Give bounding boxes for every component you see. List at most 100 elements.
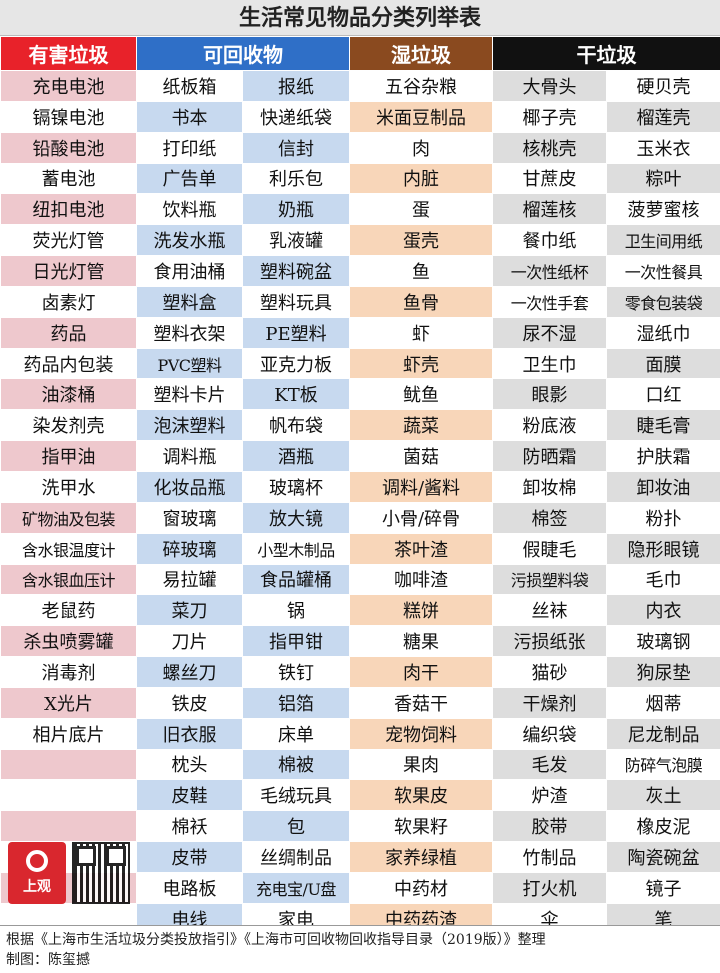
recyclable-cell: 玻璃杯 (242, 470, 350, 503)
recyclable-cell: 菜刀 (136, 594, 243, 627)
footer-credit: 制图：陈玺撼 (6, 952, 90, 968)
dry-cell: 竹制品 (492, 841, 607, 873)
wet-cell: 虾壳 (349, 347, 493, 380)
wet-cell: 五谷杂粮 (349, 70, 493, 102)
wet-cell: 香菇干 (349, 686, 493, 719)
recyclable-cell: 食用油桶 (136, 255, 243, 287)
dry-cell: 护肤霜 (606, 440, 720, 472)
table-row: 荧光灯管 洗发水瓶 乳液罐 蛋壳 餐巾纸 卫生间用纸 (0, 224, 720, 257)
recyclable-cell: 碎玻璃 (136, 532, 243, 565)
recyclable-cell: 铁钉 (242, 656, 350, 688)
dry-cell: 椰子壳 (492, 100, 607, 133)
dry-cell: 榴莲壳 (606, 100, 720, 133)
dry-cell: 污损纸张 (492, 625, 607, 658)
wet-cell: 蛋壳 (349, 224, 493, 257)
table-row: 染发剂壳 泡沫塑料 帆布袋 蔬菜 粉底液 睫毛膏 (0, 409, 720, 442)
qr-code-icon (72, 842, 130, 904)
dry-cell: 餐巾纸 (492, 224, 607, 257)
hazardous-cell: 指甲油 (0, 440, 137, 472)
recyclable-cell: 泡沫塑料 (136, 409, 243, 442)
hazardous-cell: 铅酸电池 (0, 131, 137, 164)
dry-cell: 狗尿垫 (606, 656, 720, 688)
dry-cell: 大骨头 (492, 70, 607, 102)
table-body: 充电电池 纸板箱 报纸 五谷杂粮 大骨头 硬贝壳 镉镍电池 书本 快递纸袋 米面豆制品 椰子壳 榴莲壳… (0, 70, 720, 935)
recyclable-cell: 皮鞋 (136, 779, 243, 812)
wet-cell: 中药材 (349, 871, 493, 904)
dry-cell: 棉签 (492, 501, 607, 534)
dry-cell: 榴莲核 (492, 193, 607, 226)
recyclable-cell: 利乐包 (242, 162, 350, 195)
header-dry: 干垃圾 (492, 36, 720, 71)
table-row: 油漆桶 塑料卡片 KT板 鱿鱼 眼影 口红 (0, 378, 720, 411)
recyclable-cell: 窗玻璃 (136, 501, 243, 534)
hazardous-cell: 卤素灯 (0, 285, 137, 318)
recyclable-cell: 易拉罐 (136, 563, 243, 596)
dry-cell: 灰土 (606, 779, 720, 812)
recyclable-cell: 报纸 (242, 70, 350, 102)
hazardous-cell: 药品内包装 (0, 347, 137, 380)
recyclable-cell: 放大镜 (242, 501, 350, 534)
table-row: 矿物油及包装 窗玻璃 放大镜 小骨/碎骨 棉签 粉扑 (0, 501, 720, 534)
recyclable-cell: 螺丝刀 (136, 656, 243, 688)
hazardous-cell: 洗甲水 (0, 470, 137, 503)
hazardous-cell: 油漆桶 (0, 378, 137, 411)
hazardous-cell: 镉镍电池 (0, 100, 137, 133)
recyclable-cell: 充电宝/U盘 (242, 871, 350, 904)
recyclable-cell: 指甲钳 (242, 625, 350, 658)
wet-cell: 家养绿植 (349, 841, 493, 873)
table-row: 药品 塑料衣架 PE塑料虾尿不湿 湿纸巾 (0, 316, 720, 349)
dry-cell: 干燥剂 (492, 686, 607, 719)
recyclable-cell: 打印纸 (136, 131, 243, 164)
dry-cell: 粽叶 (606, 162, 720, 195)
dry-cell: 烟蒂 (606, 686, 720, 719)
dry-cell: 炉渣 (492, 779, 607, 812)
recyclable-cell: 广告单 (136, 162, 243, 195)
dry-cell: 甘蔗皮 (492, 162, 607, 195)
hazardous-cell: 老鼠药 (0, 594, 137, 627)
wet-cell: 米面豆制品 (349, 100, 493, 133)
page: 生活常见物品分类列举表 有害垃圾 可回收物 湿垃圾 干垃圾 充电电池 纸板箱 报纸五… (0, 0, 720, 973)
dry-cell: 污损塑料袋 (492, 563, 607, 596)
wet-cell: 果肉 (349, 748, 493, 781)
hazardous-cell: 充电电池 (0, 70, 137, 102)
wet-cell: 咖啡渣 (349, 563, 493, 596)
wet-cell: 蛋 (349, 193, 493, 226)
wet-cell: 糖果 (349, 625, 493, 658)
hazardous-cell: X光片 (0, 686, 137, 719)
header-recyclable: 可回收物 (136, 36, 350, 71)
dry-cell: 丝袜 (492, 594, 607, 627)
dry-cell: 口红 (606, 378, 720, 411)
recyclable-cell: 帆布袋 (242, 409, 350, 442)
recyclable-cell: 纸板箱 (136, 70, 243, 102)
dry-cell: 尼龙制品 (606, 717, 720, 750)
header-hazardous: 有害垃圾 (0, 36, 137, 71)
recyclable-cell: 调料瓶 (136, 440, 243, 472)
table-row: X光片 铁皮 铝箔 香菇干 干燥剂 烟蒂 (0, 686, 720, 719)
hazardous-cell: 相片底片 (0, 717, 137, 750)
table-row: 消毒剂 螺丝刀 铁钉 肉干 猫砂 狗尿垫 (0, 656, 720, 688)
recyclable-cell: 刀片 (136, 625, 243, 658)
classification-table: 有害垃圾 可回收物 湿垃圾 干垃圾 充电电池 纸板箱 报纸 五谷杂粮 大骨头 硬贝壳 镉镍电… (0, 36, 720, 935)
hazardous-cell: 日光灯管 (0, 255, 137, 287)
dry-cell: 卸妆棉 (492, 470, 607, 503)
recyclable-cell: 奶瓶 (242, 193, 350, 226)
table-row: 棉袄包软果籽 胶带 橡皮泥 (0, 810, 720, 843)
recyclable-cell: KT板 (242, 378, 350, 411)
recyclable-cell: 锅 (242, 594, 350, 627)
wet-cell: 小骨/碎骨 (349, 501, 493, 534)
recyclable-cell: 塑料碗盆 (242, 255, 350, 287)
hazardous-cell: 消毒剂 (0, 656, 137, 688)
shangguan-logo: 上观 (8, 842, 66, 904)
table-row: 枕头 棉被 果肉 毛发 防碎气泡膜 (0, 748, 720, 781)
table-row: 指甲油 调料瓶 酒瓶 菌菇 防晒霜 护肤霜 (0, 440, 720, 472)
dry-cell: 一次性餐具 (606, 255, 720, 287)
wet-cell: 蔬菜 (349, 409, 493, 442)
hazardous-cell: 荧光灯管 (0, 224, 137, 257)
table-row: 杀虫喷雾罐 刀片 指甲钳 糖果 污损纸张 玻璃钢 (0, 625, 720, 658)
dry-cell: 硬贝壳 (606, 70, 720, 102)
hazardous-cell: 药品 (0, 316, 137, 349)
hazardous-cell: 含水银温度计 (0, 532, 137, 565)
hazardous-cell (0, 748, 137, 781)
dry-cell: 橡皮泥 (606, 810, 720, 843)
dry-cell: 粉扑 (606, 501, 720, 534)
